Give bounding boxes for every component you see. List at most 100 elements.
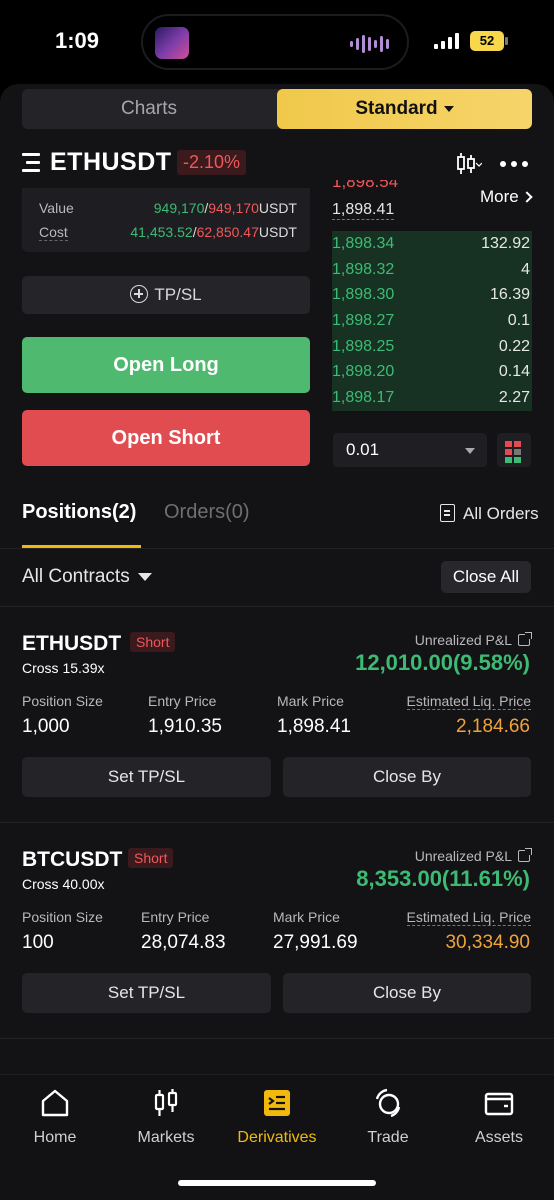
all-orders-label: All Orders — [463, 504, 539, 523]
nav-trade-label: Trade — [367, 1129, 409, 1146]
cost-label[interactable]: Cost — [39, 224, 68, 241]
plus-circle-icon — [130, 285, 149, 303]
open-long-button[interactable]: Open Long — [22, 337, 310, 393]
bid-price: 1,898.25 — [332, 337, 395, 355]
more-options-icon[interactable] — [500, 161, 528, 167]
position-size-label: Position Size — [22, 909, 103, 925]
value-row: Value 949,170/949,170USDT — [39, 200, 297, 220]
bid-qty: 132.92 — [481, 235, 530, 252]
bid-price: 1,898.32 — [332, 260, 395, 278]
set-tpsl-button[interactable]: Set TP/SL — [22, 973, 271, 1013]
nav-assets-label: Assets — [474, 1129, 523, 1146]
upnl-value: 12,010.00(9.58%) — [355, 650, 530, 675]
close-by-button[interactable]: Close By — [283, 757, 531, 797]
entry-price-value: 1,910.35 — [148, 716, 222, 737]
open-short-button[interactable]: Open Short — [22, 410, 310, 466]
nav-assets[interactable]: Assets — [444, 1087, 554, 1147]
mid-price[interactable]: 1,898.41 — [332, 201, 395, 220]
orderbook-bids: 1,898.34 132.92 1,898.32 4 1,898.30 16.39 1,89… — [332, 231, 532, 411]
close-by-button[interactable]: Close By — [283, 973, 531, 1013]
position-size-value: 1,000 — [22, 716, 70, 737]
bid-qty: 0.22 — [498, 337, 530, 355]
orderbook-bid-row[interactable]: 1,898.27 0.1 — [332, 308, 532, 334]
tab-standard[interactable]: Standard — [277, 89, 532, 129]
nav-markets[interactable]: Markets — [111, 1087, 221, 1147]
orderbook-bid-row[interactable]: 1,898.25 0.22 — [332, 333, 532, 360]
all-contracts-label: All Contracts — [22, 566, 130, 587]
orderbook-bid-row[interactable]: 1,898.32 4 — [332, 256, 532, 283]
position-size-value: 100 — [22, 932, 54, 953]
margin-mode: Cross 40.00x — [22, 876, 105, 892]
orderbook-more-link[interactable]: More — [480, 187, 533, 207]
divider — [0, 548, 554, 549]
position-symbol[interactable]: BTCUSDT — [22, 848, 122, 872]
bid-price: 1,898.30 — [332, 286, 395, 304]
upnl-label[interactable]: Unrealized P&L — [414, 632, 532, 648]
nav-derivatives[interactable]: Derivatives — [222, 1087, 332, 1147]
orderbook-bid-row[interactable]: 1,898.34 132.92 — [332, 231, 532, 257]
bid-price: 1,898.34 — [332, 235, 395, 252]
audio-wave-icon — [350, 34, 389, 54]
orderbook-bid-row[interactable]: 1,898.20 0.14 — [332, 359, 532, 386]
upnl-label-text: Unrealized P&L — [414, 632, 512, 648]
nav-markets-label: Markets — [137, 1129, 195, 1146]
more-label: More — [480, 187, 519, 206]
all-orders-link[interactable]: All Orders — [440, 504, 539, 524]
orderbook-bid-row[interactable]: 1,898.30 16.39 — [332, 282, 532, 309]
nav-home-label: Home — [33, 1129, 77, 1146]
nav-trade[interactable]: Trade — [333, 1087, 443, 1147]
cost-row: Cost 41,453.52/62,850.47USDT — [39, 224, 297, 244]
liq-price-label[interactable]: Estimated Liq. Price — [406, 693, 531, 710]
bid-qty: 2.27 — [498, 389, 530, 407]
mark-price-label: Mark Price — [277, 693, 344, 709]
tpsl-label: TP/SL — [154, 285, 202, 304]
document-icon — [440, 504, 455, 522]
set-tpsl-button[interactable]: Set TP/SL — [22, 757, 271, 797]
menu-icon[interactable] — [22, 153, 44, 173]
share-icon — [518, 632, 532, 646]
orderbook-bid-row[interactable]: 1,898.17 2.27 — [332, 385, 532, 411]
value-values: 949,170/949,170USDT — [154, 200, 297, 216]
tab-positions[interactable]: Positions(2) — [22, 501, 136, 524]
home-indicator — [178, 1180, 376, 1186]
orderbook-layout-icon[interactable] — [497, 433, 531, 467]
orderbook-ask-partial: 1,898.54 — [332, 180, 442, 190]
entry-price-label: Entry Price — [148, 693, 217, 709]
cost-values: 41,453.52/62,850.47USDT — [130, 224, 297, 240]
dynamic-island[interactable] — [141, 14, 409, 70]
nav-home[interactable]: Home — [0, 1087, 110, 1147]
price-step-select[interactable]: 0.01 — [333, 433, 487, 467]
position-card: ETHUSDT Short Cross 15.39x Unrealized P&… — [0, 632, 554, 847]
position-symbol[interactable]: ETHUSDT — [22, 632, 121, 656]
divider — [0, 606, 554, 607]
tab-charts[interactable]: Charts — [22, 89, 276, 129]
tab-orders[interactable]: Orders(0) — [164, 501, 250, 524]
liq-price-value: 30,334.90 — [445, 932, 530, 953]
bid-price: 1,898.20 — [332, 363, 395, 381]
caret-down-icon — [443, 105, 454, 112]
derivatives-icon — [264, 1090, 290, 1116]
battery-nub — [505, 37, 508, 45]
ask-price-partial: 1,898.54 — [332, 180, 399, 190]
tpsl-button[interactable]: TP/SL — [22, 276, 310, 314]
candlestick-icon[interactable] — [456, 152, 482, 176]
all-contracts-filter[interactable]: All Contracts — [22, 566, 152, 588]
upnl-label[interactable]: Unrealized P&L — [415, 848, 532, 864]
position-info-card: Value 949,170/949,170USDT Cost 41,453.52… — [22, 188, 310, 252]
value-unit: USDT — [258, 200, 297, 216]
symbol-name[interactable]: ETHUSDT — [50, 148, 172, 177]
now-playing-artwork — [155, 27, 189, 59]
bid-qty: 4 — [521, 260, 530, 278]
share-icon — [518, 848, 532, 862]
bid-price: 1,898.27 — [332, 312, 395, 330]
signal-icon — [434, 33, 459, 49]
home-icon — [41, 1089, 69, 1117]
app-panel: Charts Standard ETHUSDT -2.10% Value 949… — [0, 84, 554, 1074]
nav-derivatives-label: Derivatives — [237, 1129, 317, 1146]
liq-price-label[interactable]: Estimated Liq. Price — [406, 909, 531, 926]
bid-price: 1,898.17 — [332, 389, 395, 407]
value-label: Value — [39, 200, 74, 216]
margin-mode: Cross 15.39x — [22, 660, 105, 676]
close-all-button[interactable]: Close All — [441, 561, 531, 593]
liq-price-value: 2,184.66 — [456, 716, 530, 737]
